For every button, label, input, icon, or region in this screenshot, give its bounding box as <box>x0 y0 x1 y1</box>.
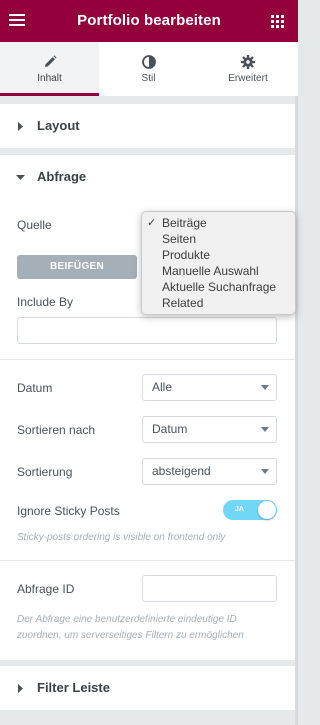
chevron-down-icon <box>261 469 269 474</box>
pencil-icon <box>0 54 99 70</box>
order-label: Sortierung <box>17 465 73 479</box>
panel-header: Portfolio bearbeiten <box>0 0 298 42</box>
datum-select[interactable]: Alle <box>142 374 277 401</box>
select-value: absteigend <box>152 464 211 478</box>
toggle-knob <box>258 501 276 519</box>
sort-by-label: Sortieren nach <box>17 423 96 437</box>
dropdown-option[interactable]: Produkte <box>142 247 295 263</box>
sort-by-select[interactable]: Datum <box>142 416 277 443</box>
dropdown-option[interactable]: Related <box>142 295 295 311</box>
include-by-input[interactable] <box>17 317 277 344</box>
dropdown-option[interactable]: Aktuelle Suchanfrage <box>142 279 295 295</box>
tab-erweitert[interactable]: Erweitert <box>198 42 298 96</box>
section-layout[interactable]: Layout <box>0 104 298 148</box>
select-value: Alle <box>152 380 173 394</box>
toggle-label: JA <box>235 506 244 513</box>
datum-label: Datum <box>17 381 53 395</box>
dropdown-option[interactable]: Manuelle Auswahl <box>142 263 295 279</box>
source-dropdown-menu: ✓ Beiträge Seiten Produkte Manuelle Ausw… <box>141 211 296 315</box>
tab-label: Erweitert <box>228 73 268 84</box>
caret-right-icon <box>18 122 23 131</box>
sticky-label: Ignore Sticky Posts <box>17 504 120 518</box>
chevron-down-icon <box>261 385 269 390</box>
sticky-toggle[interactable]: JA <box>223 500 277 520</box>
grid-icon[interactable] <box>271 15 284 28</box>
tab-inhalt[interactable]: Inhalt <box>0 42 99 96</box>
tab-label: Stil <box>141 73 156 84</box>
scrollbar[interactable] <box>295 96 298 725</box>
include-by-label: Include By <box>17 295 74 309</box>
caret-right-icon <box>18 684 23 693</box>
tab-label: Inhalt <box>37 73 62 84</box>
dropdown-option[interactable]: ✓ Beiträge <box>142 215 295 231</box>
section-title: Layout <box>37 118 80 133</box>
contrast-icon <box>99 54 198 70</box>
order-select[interactable]: absteigend <box>142 458 277 485</box>
section-abfrage[interactable]: Abfrage <box>0 155 298 199</box>
panel-title: Portfolio bearbeiten <box>77 12 221 29</box>
tab-stil[interactable]: Stil <box>99 42 198 96</box>
sticky-note: Sticky-posts ordering is visible on fron… <box>17 532 226 543</box>
section-filter-leiste[interactable]: Filter Leiste <box>0 666 298 710</box>
dropdown-option[interactable]: Seiten <box>142 231 295 247</box>
query-id-note: Der Abfrage eine benutzerdefinierte eind… <box>17 614 244 641</box>
query-id-input[interactable] <box>142 575 277 602</box>
caret-down-icon <box>16 175 25 180</box>
divider <box>0 359 298 360</box>
active-tab-indicator <box>0 93 99 96</box>
quelle-label: Quelle <box>17 218 52 232</box>
gear-icon <box>198 54 298 70</box>
divider <box>0 560 298 561</box>
query-id-label: Abfrage ID <box>17 582 75 596</box>
select-value: Datum <box>152 422 188 436</box>
chevron-down-icon <box>261 427 269 432</box>
add-button[interactable]: BEIFÜGEN <box>17 255 137 279</box>
section-title: Filter Leiste <box>37 680 110 695</box>
section-title: Abfrage <box>37 169 87 184</box>
checkmark-icon: ✓ <box>147 217 157 229</box>
panel-tabs: Inhalt Stil Erweitert <box>0 42 298 96</box>
